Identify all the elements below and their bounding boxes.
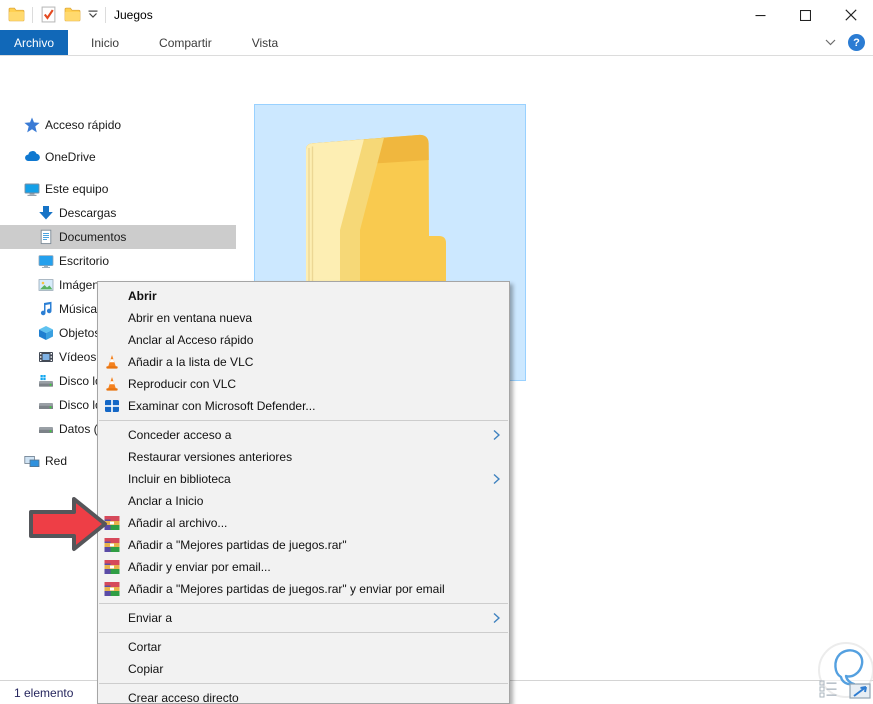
maximize-button[interactable] <box>783 0 828 30</box>
toolbar-divider <box>32 7 33 23</box>
window-title: Juegos <box>114 8 153 22</box>
window-folder-icon[interactable] <box>8 6 25 23</box>
sidebar-item-descargas[interactable]: Descargas <box>0 201 236 225</box>
defender-icon <box>104 398 120 414</box>
downloads-arrow-icon <box>38 205 54 221</box>
submenu-arrow-icon <box>493 473 500 485</box>
ribbon-collapse-chevron-icon[interactable] <box>825 39 836 46</box>
context-menu: Abrir Abrir en ventana nueva Anclar al A… <box>97 281 510 704</box>
tab-inicio[interactable]: Inicio <box>74 30 136 55</box>
menu-item-cortar[interactable]: Cortar <box>98 636 509 658</box>
music-note-icon <box>38 301 54 317</box>
explorer-window: Juegos Archivo Inicio Compartir Vista ? <box>0 0 873 704</box>
minimize-button[interactable] <box>738 0 783 30</box>
menu-item-anadir-enviar-email[interactable]: Añadir y enviar por email... <box>98 556 509 578</box>
quick-access-toolbar <box>8 6 106 23</box>
new-folder-icon[interactable] <box>64 6 81 23</box>
vlc-cone-icon <box>104 376 120 392</box>
menu-item-anclar-acceso-rapido[interactable]: Anclar al Acceso rápido <box>98 329 509 351</box>
menu-separator <box>99 603 508 604</box>
window-controls <box>738 0 873 30</box>
videos-film-icon <box>38 349 54 365</box>
title-bar: Juegos <box>0 0 873 30</box>
system-drive-icon <box>38 373 54 389</box>
item-count-label: 1 elemento <box>14 686 73 700</box>
menu-item-anadir-rar-enviar-email[interactable]: Añadir a "Mejores partidas de juegos.rar… <box>98 578 509 600</box>
winrar-icon <box>104 581 120 597</box>
maximize-icon <box>800 10 811 21</box>
menu-item-restaurar-versiones[interactable]: Restaurar versiones anteriores <box>98 446 509 468</box>
sidebar-item-acceso-rapido[interactable]: Acceso rápido <box>0 113 236 137</box>
menu-item-copiar[interactable]: Copiar <box>98 658 509 680</box>
minimize-icon <box>755 10 766 21</box>
onedrive-cloud-icon <box>24 149 40 165</box>
tab-compartir[interactable]: Compartir <box>142 30 229 55</box>
menu-item-incluir-biblioteca[interactable]: Incluir en biblioteca <box>98 468 509 490</box>
documents-icon <box>38 229 54 245</box>
drive-icon <box>38 397 54 413</box>
menu-separator <box>99 632 508 633</box>
solvetic-watermark-logo <box>808 634 873 704</box>
objects-3d-cube-icon <box>38 325 54 341</box>
menu-item-anclar-inicio[interactable]: Anclar a Inicio <box>98 490 509 512</box>
menu-item-abrir[interactable]: Abrir <box>98 285 509 307</box>
desktop-icon <box>38 253 54 269</box>
quick-access-star-icon <box>24 117 40 133</box>
close-icon <box>845 9 857 21</box>
close-button[interactable] <box>828 0 873 30</box>
ribbon-tab-bar: Archivo Inicio Compartir Vista <box>0 30 873 56</box>
menu-item-anadir-a-rar[interactable]: Añadir a "Mejores partidas de juegos.rar… <box>98 534 509 556</box>
ribbon-right-controls: ? <box>825 34 865 51</box>
menu-item-abrir-ventana-nueva[interactable]: Abrir en ventana nueva <box>98 307 509 329</box>
navigation-toolbar: Este equipo Documentos Juegos <box>0 57 873 92</box>
menu-item-crear-acceso-directo[interactable]: Crear acceso directo <box>98 687 509 704</box>
winrar-icon <box>104 559 120 575</box>
menu-item-anadir-al-archivo[interactable]: Añadir al archivo... <box>98 512 509 534</box>
toolbar-divider <box>105 7 106 23</box>
pictures-icon <box>38 277 54 293</box>
sidebar-item-escritorio[interactable]: Escritorio <box>0 249 236 273</box>
drive-icon <box>38 421 54 437</box>
customize-toolbar-chevron-icon[interactable] <box>88 10 98 19</box>
sidebar-item-documentos[interactable]: Documentos <box>0 225 236 249</box>
window-arrow-icon <box>850 684 870 698</box>
menu-separator <box>99 683 508 684</box>
menu-item-examinar-defender[interactable]: Examinar con Microsoft Defender... <box>98 395 509 417</box>
tab-vista[interactable]: Vista <box>235 30 295 55</box>
vlc-cone-icon <box>104 354 120 370</box>
menu-item-anadir-lista-vlc[interactable]: Añadir a la lista de VLC <box>98 351 509 373</box>
network-icon <box>24 453 40 469</box>
sidebar-item-onedrive[interactable]: OneDrive <box>0 145 236 169</box>
help-button[interactable]: ? <box>848 34 865 51</box>
menu-separator <box>99 420 508 421</box>
submenu-arrow-icon <box>493 429 500 441</box>
sidebar-item-este-equipo[interactable]: Este equipo <box>0 177 236 201</box>
menu-item-conceder-acceso[interactable]: Conceder acceso a <box>98 424 509 446</box>
menu-item-reproducir-vlc[interactable]: Reproducir con VLC <box>98 373 509 395</box>
menu-item-enviar-a[interactable]: Enviar a <box>98 607 509 629</box>
tab-archivo[interactable]: Archivo <box>0 30 68 55</box>
red-callout-arrow-icon <box>26 495 110 558</box>
properties-check-icon[interactable] <box>40 6 57 23</box>
submenu-arrow-icon <box>493 612 500 624</box>
this-pc-monitor-icon <box>24 181 40 197</box>
